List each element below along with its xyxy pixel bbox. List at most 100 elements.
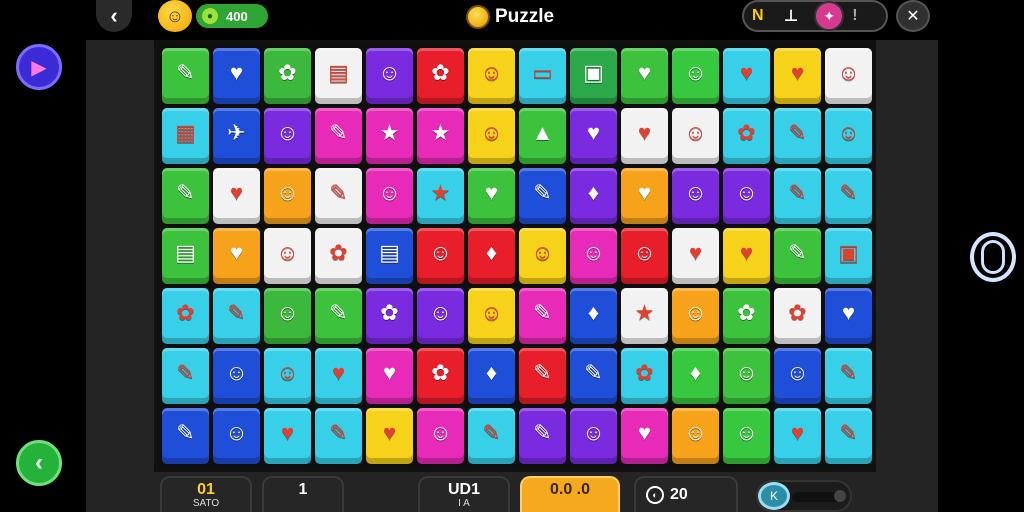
puzzle-tile[interactable]: ✿ xyxy=(417,48,464,104)
puzzle-tile[interactable]: ✿ xyxy=(162,288,209,344)
puzzle-tile[interactable]: ♥ xyxy=(621,168,668,224)
puzzle-tile[interactable]: ☺ xyxy=(468,288,515,344)
puzzle-tile[interactable]: ☺ xyxy=(570,408,617,464)
puzzle-tile[interactable]: ▣ xyxy=(825,228,872,284)
puzzle-tile[interactable]: ▤ xyxy=(366,228,413,284)
puzzle-tile[interactable]: ✎ xyxy=(774,108,821,164)
home-ring-button[interactable] xyxy=(970,232,1016,282)
puzzle-tile[interactable]: ☺ xyxy=(672,168,719,224)
puzzle-tile[interactable]: ♦ xyxy=(570,168,617,224)
puzzle-tile[interactable]: ★ xyxy=(417,168,464,224)
bomb-button[interactable]: ⊥ xyxy=(784,6,799,26)
puzzle-tile[interactable]: ☺ xyxy=(264,168,311,224)
puzzle-tile[interactable]: ♦ xyxy=(570,288,617,344)
puzzle-tile[interactable]: ☺ xyxy=(264,108,311,164)
puzzle-tile[interactable]: ☺ xyxy=(366,48,413,104)
puzzle-tile[interactable]: ☺ xyxy=(672,108,719,164)
puzzle-tile[interactable]: ♥ xyxy=(621,108,668,164)
puzzle-tile[interactable]: ♥ xyxy=(723,228,770,284)
puzzle-tile[interactable]: ♥ xyxy=(264,408,311,464)
puzzle-tile[interactable]: ♥ xyxy=(774,408,821,464)
stat-time[interactable]: 0.0 .0 xyxy=(520,476,620,512)
puzzle-tile[interactable]: ♦ xyxy=(468,348,515,404)
puzzle-tile[interactable]: ✎ xyxy=(774,168,821,224)
puzzle-tile[interactable]: ✿ xyxy=(723,108,770,164)
puzzle-tile[interactable]: ✎ xyxy=(825,168,872,224)
puzzle-tile[interactable]: ✎ xyxy=(315,288,362,344)
puzzle-tile[interactable]: ✎ xyxy=(570,348,617,404)
puzzle-tile[interactable]: ✿ xyxy=(264,48,311,104)
hint-button[interactable]: ✦ xyxy=(814,1,845,31)
puzzle-tile[interactable]: ✎ xyxy=(519,348,566,404)
puzzle-tile[interactable]: ✎ xyxy=(162,408,209,464)
puzzle-tile[interactable]: ★ xyxy=(417,108,464,164)
puzzle-tile[interactable]: ☺ xyxy=(621,228,668,284)
puzzle-tile[interactable]: ✎ xyxy=(825,408,872,464)
puzzle-tile[interactable]: ☺ xyxy=(672,408,719,464)
puzzle-tile[interactable]: ☺ xyxy=(672,288,719,344)
puzzle-tile[interactable]: ✈ xyxy=(213,108,260,164)
puzzle-tile[interactable]: ☺ xyxy=(417,288,464,344)
puzzle-tile[interactable]: ✎ xyxy=(213,288,260,344)
puzzle-tile[interactable]: ☺ xyxy=(417,228,464,284)
puzzle-tile[interactable]: ♥ xyxy=(213,48,260,104)
puzzle-tile[interactable]: ▦ xyxy=(162,108,209,164)
puzzle-tile[interactable]: ✿ xyxy=(621,348,668,404)
puzzle-tile[interactable]: ☺ xyxy=(264,288,311,344)
puzzle-tile[interactable]: ▲ xyxy=(519,108,566,164)
puzzle-tile[interactable]: ♥ xyxy=(672,228,719,284)
puzzle-tile[interactable]: ♥ xyxy=(570,108,617,164)
back-button[interactable]: ‹ xyxy=(96,0,132,32)
puzzle-tile[interactable]: ☺ xyxy=(774,348,821,404)
volume-knob[interactable]: K xyxy=(758,482,790,510)
puzzle-tile[interactable]: ☺ xyxy=(213,348,260,404)
puzzle-tile[interactable]: ☺ xyxy=(213,408,260,464)
puzzle-tile[interactable]: ✎ xyxy=(825,348,872,404)
puzzle-tile[interactable]: ▤ xyxy=(315,48,362,104)
puzzle-tile[interactable]: ♥ xyxy=(774,48,821,104)
puzzle-tile[interactable]: ✎ xyxy=(315,168,362,224)
puzzle-tile[interactable]: ☺ xyxy=(468,48,515,104)
puzzle-tile[interactable]: ☺ xyxy=(570,228,617,284)
puzzle-tile[interactable]: ✎ xyxy=(315,108,362,164)
puzzle-tile[interactable]: ✎ xyxy=(162,168,209,224)
puzzle-tile[interactable]: ✿ xyxy=(315,228,362,284)
puzzle-tile[interactable]: ★ xyxy=(366,108,413,164)
next-button[interactable]: ▶ xyxy=(16,44,62,90)
puzzle-tile[interactable]: ★ xyxy=(621,288,668,344)
puzzle-tile[interactable]: ☺ xyxy=(468,108,515,164)
puzzle-tile[interactable]: ♥ xyxy=(723,48,770,104)
puzzle-tile[interactable]: ♥ xyxy=(468,168,515,224)
puzzle-tile[interactable]: ✿ xyxy=(366,288,413,344)
puzzle-tile[interactable]: ✎ xyxy=(519,168,566,224)
puzzle-tile[interactable]: ✿ xyxy=(774,288,821,344)
puzzle-tile[interactable]: ☺ xyxy=(264,228,311,284)
puzzle-tile[interactable]: ☺ xyxy=(825,48,872,104)
settings-button[interactable]: ✕ xyxy=(896,0,930,32)
puzzle-tile[interactable]: ♥ xyxy=(366,348,413,404)
puzzle-tile[interactable]: ☺ xyxy=(723,408,770,464)
puzzle-tile[interactable]: ✎ xyxy=(162,48,209,104)
player-avatar[interactable]: ☺ xyxy=(158,0,192,32)
puzzle-tile[interactable]: ♥ xyxy=(621,408,668,464)
puzzle-tile[interactable]: ▭ xyxy=(519,48,566,104)
puzzle-tile[interactable]: ☺ xyxy=(366,168,413,224)
puzzle-tile[interactable]: ☺ xyxy=(417,408,464,464)
shuffle-button[interactable]: N xyxy=(752,7,764,25)
puzzle-tile[interactable]: ☺ xyxy=(723,348,770,404)
puzzle-tile[interactable]: ▣ xyxy=(570,48,617,104)
puzzle-tile[interactable]: ✿ xyxy=(417,348,464,404)
puzzle-tile[interactable]: ♦ xyxy=(468,228,515,284)
volume-slider[interactable]: K xyxy=(756,480,852,512)
puzzle-tile[interactable]: ✎ xyxy=(468,408,515,464)
puzzle-tile[interactable]: ✎ xyxy=(315,408,362,464)
puzzle-tile[interactable]: ♥ xyxy=(366,408,413,464)
puzzle-tile[interactable]: ♥ xyxy=(213,168,260,224)
puzzle-tile[interactable]: ☺ xyxy=(825,108,872,164)
puzzle-tile[interactable]: ▤ xyxy=(162,228,209,284)
puzzle-tile[interactable]: ♦ xyxy=(672,348,719,404)
puzzle-tile[interactable]: ✎ xyxy=(519,408,566,464)
puzzle-tile[interactable]: ☺ xyxy=(264,348,311,404)
puzzle-tile[interactable]: ✿ xyxy=(723,288,770,344)
puzzle-tile[interactable]: ☺ xyxy=(519,228,566,284)
